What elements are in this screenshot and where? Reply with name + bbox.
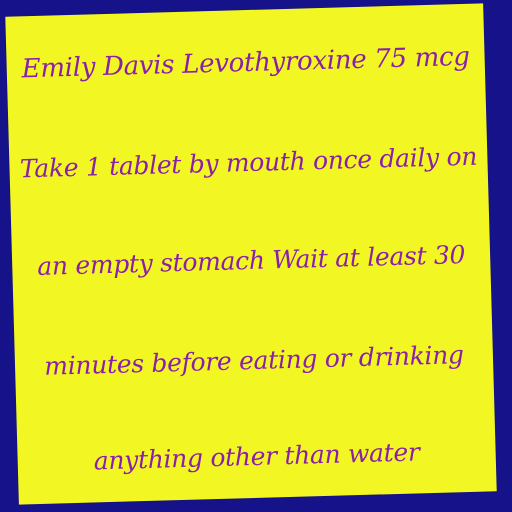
note-line-dosage: Take 1 tablet by mouth once daily on (19, 141, 478, 184)
note-line-water-only: anything other than water (93, 437, 420, 476)
note-line-empty-stomach: an empty stomach Wait at least 30 (36, 240, 466, 281)
note-line-wait-time: minutes before eating or drinking (43, 340, 465, 381)
prescription-note: Emily Davis Levothyroxine 75 mcg Take 1 … (5, 3, 497, 505)
note-line-patient-drug: Emily Davis Levothyroxine 75 mcg (21, 41, 471, 85)
